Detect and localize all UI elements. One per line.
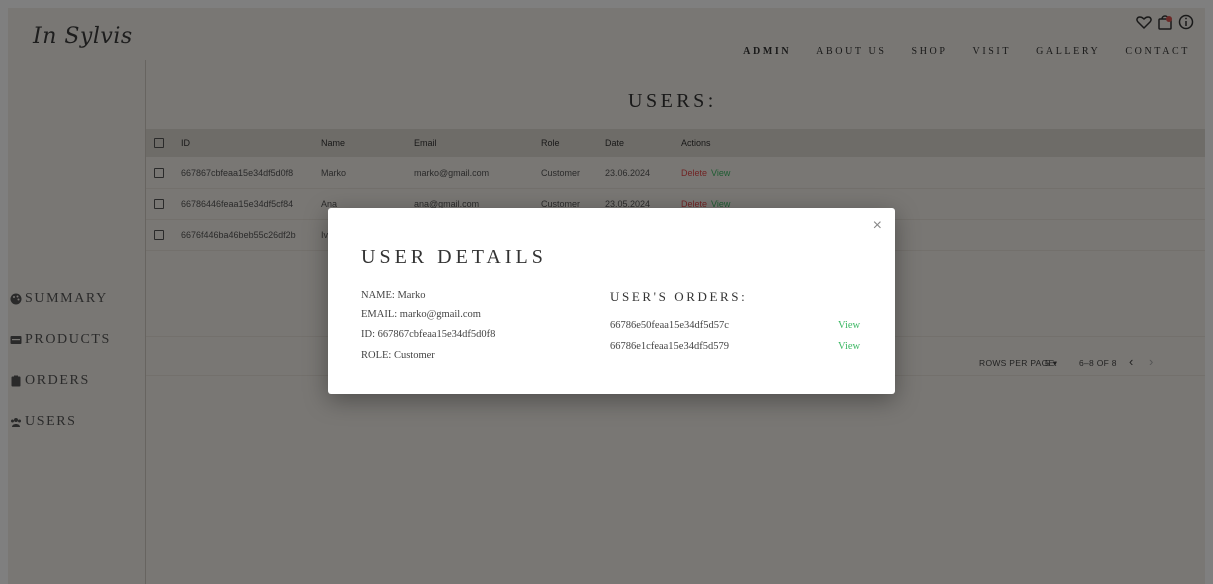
order-view-link[interactable]: View — [838, 341, 860, 352]
orders-title: USER'S ORDERS: — [610, 289, 748, 304]
modal-title: USER DETAILS — [361, 246, 547, 268]
order-view-link[interactable]: View — [838, 320, 860, 331]
order-id: 66786e50feaa15e34df5d57c — [610, 320, 729, 331]
user-role: ROLE: Customer — [361, 350, 435, 361]
close-icon[interactable]: × — [873, 218, 882, 234]
user-name: NAME: Marko — [361, 290, 426, 301]
order-id: 66786e1cfeaa15e34df5d579 — [610, 341, 729, 352]
user-details-modal: × USER DETAILS NAME: Marko EMAIL: marko@… — [328, 208, 895, 394]
user-email: EMAIL: marko@gmail.com — [361, 309, 481, 320]
user-id: ID: 667867cbfeaa15e34df5d0f8 — [361, 329, 496, 340]
